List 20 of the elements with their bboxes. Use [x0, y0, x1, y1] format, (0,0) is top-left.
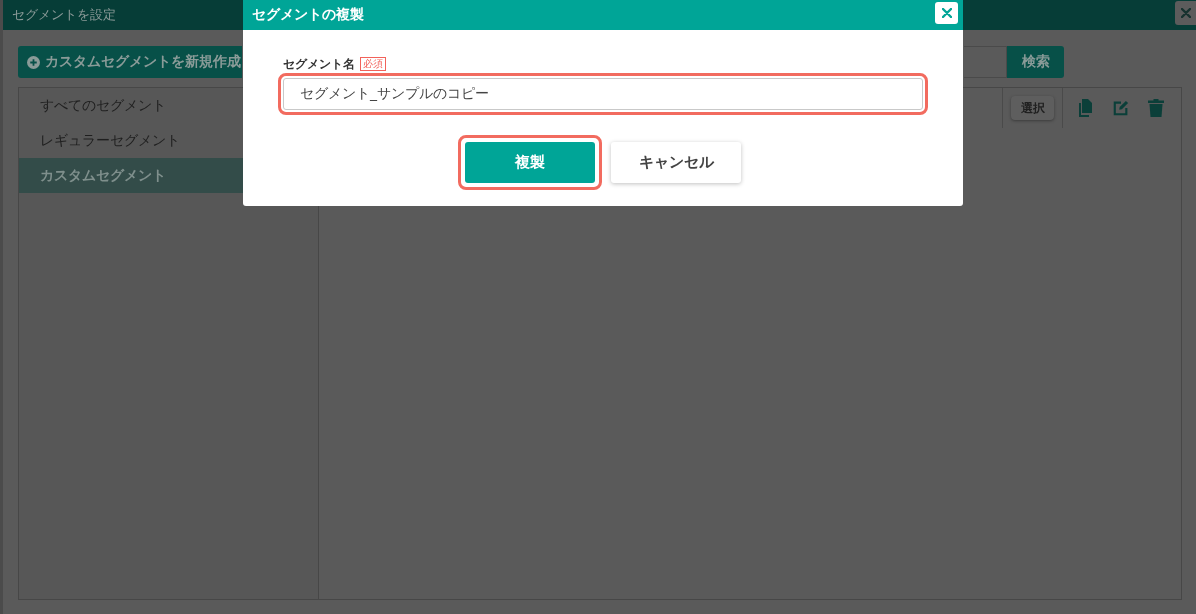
plus-circle-icon	[27, 55, 40, 69]
dialog-title: セグメントを設定	[12, 6, 116, 23]
close-button[interactable]	[1175, 1, 1196, 25]
field-label: セグメント名	[283, 56, 355, 72]
edit-icon[interactable]	[1113, 99, 1129, 117]
close-icon	[1180, 8, 1191, 18]
search-field[interactable]	[964, 46, 1007, 78]
copy-icon[interactable]	[1078, 99, 1094, 117]
create-segment-button[interactable]: カスタムセグメントを新規作成	[18, 46, 242, 78]
segment-list-item[interactable]: カスタムセグメント	[19, 158, 243, 193]
close-button[interactable]	[935, 2, 958, 24]
segment-name-input[interactable]: セグメント_サンプルのコピー	[283, 78, 923, 110]
dialog-title: セグメントの複製	[252, 6, 364, 23]
duplicate-button[interactable]: 複製	[465, 142, 595, 183]
close-icon	[941, 8, 952, 18]
required-badge: 必須	[360, 57, 386, 71]
select-button[interactable]: 選択	[1011, 96, 1054, 120]
search-button[interactable]: 検索	[1007, 46, 1064, 78]
trash-icon[interactable]	[1148, 99, 1164, 117]
cancel-button[interactable]: キャンセル	[611, 142, 741, 183]
